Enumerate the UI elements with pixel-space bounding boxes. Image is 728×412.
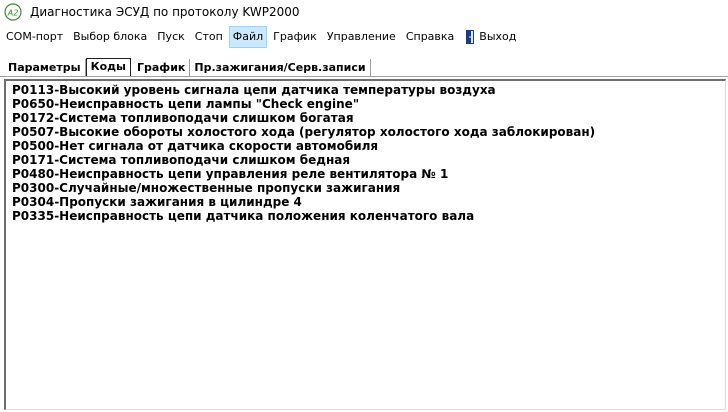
error-code-line: P0300-Случайные/множественные пропуски з… — [12, 181, 401, 195]
menu-file-label: Файл — [232, 30, 264, 43]
menu-file[interactable]: Файл — [228, 26, 268, 48]
codes-panel[interactable]: P0113-Высокий уровень сигнала цепи датчи… — [4, 79, 726, 410]
menu-help-label: Справка — [405, 30, 455, 43]
menu-control-label: Управление — [326, 30, 396, 43]
error-code-line: P0335-Неисправность цепи датчика положен… — [12, 209, 475, 223]
menu-stop[interactable]: Стоп — [191, 26, 227, 48]
error-code-line: P0480-Неисправность цепи управления реле… — [12, 167, 449, 181]
tab-codes-label: Коды — [90, 60, 126, 73]
window-title: Диагностика ЭСУД по протоколу KWP2000 — [30, 5, 300, 19]
error-code-line: P0172-Система топливоподачи слишком бога… — [12, 111, 354, 125]
menu-bar: COM-порт Выбор блока Пуск Стоп Файл Граф… — [0, 25, 728, 49]
menu-chart-label: График — [273, 30, 317, 43]
door-exit-icon — [466, 30, 475, 44]
title-bar: A2 Диагностика ЭСУД по протоколу KWP2000 — [0, 0, 728, 24]
tab-chart-label: График — [136, 61, 186, 74]
menu-com-port[interactable]: COM-порт — [2, 26, 67, 48]
error-code-line: P0113-Высокий уровень сигнала цепи датчи… — [12, 83, 496, 97]
app-icon: A2 — [4, 3, 22, 21]
tab-divider — [0, 76, 728, 77]
menu-help[interactable]: Справка — [402, 26, 458, 48]
menu-exit-label: Выход — [479, 30, 517, 43]
svg-text:A2: A2 — [7, 9, 19, 18]
menu-control[interactable]: Управление — [323, 26, 400, 48]
tab-ignition-service[interactable]: Пр.зажигания/Серв.записи — [190, 59, 371, 76]
error-code-line: P0171-Система топливоподачи слишком бедн… — [12, 153, 351, 167]
tab-ignition-service-label: Пр.зажигания/Серв.записи — [194, 61, 366, 74]
error-code-line: P0650-Неисправность цепи лампы "Check en… — [12, 97, 360, 111]
tab-chart[interactable]: График — [132, 59, 191, 76]
tab-strip: Параметры Коды График Пр.зажигания/Серв.… — [4, 56, 371, 76]
tab-parameters[interactable]: Параметры — [4, 59, 86, 76]
menu-com-port-label: COM-порт — [6, 30, 64, 43]
error-code-line: P0500-Нет сигнала от датчика скорости ав… — [12, 139, 379, 153]
menu-start-label: Пуск — [157, 30, 185, 43]
menu-start[interactable]: Пуск — [153, 26, 188, 48]
menu-chart[interactable]: График — [269, 26, 321, 48]
error-code-line: P0507-Высокие обороты холостого хода (ре… — [12, 125, 596, 139]
menu-stop-label: Стоп — [194, 30, 223, 43]
menu-select-unit[interactable]: Выбор блока — [69, 26, 151, 48]
error-code-line: P0304-Пропуски зажигания в цилиндре 4 — [12, 195, 302, 209]
menu-exit[interactable]: Выход — [460, 25, 520, 49]
menu-select-unit-label: Выбор блока — [73, 30, 148, 43]
tab-parameters-label: Параметры — [8, 61, 81, 74]
tab-codes[interactable]: Коды — [85, 58, 131, 76]
